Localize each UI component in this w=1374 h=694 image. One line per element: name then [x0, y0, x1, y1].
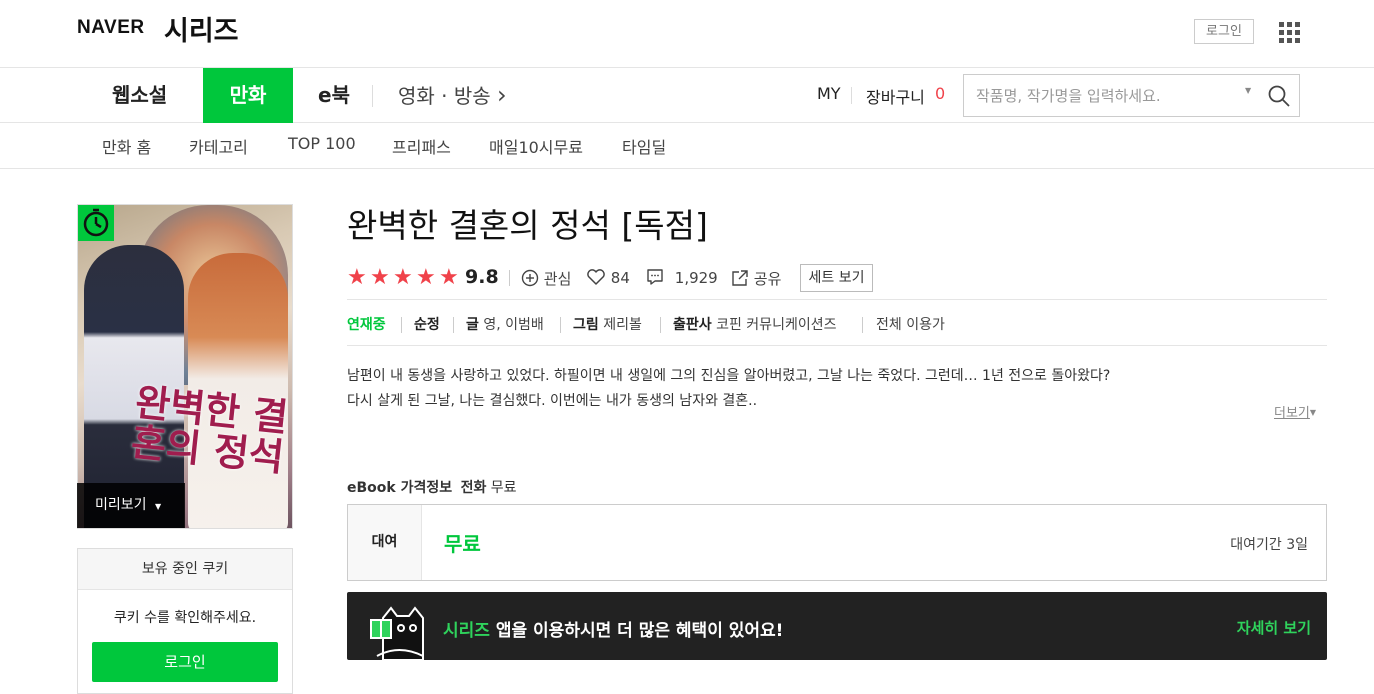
comment-button[interactable]: 1,929 — [646, 268, 718, 287]
subnav-top100[interactable]: TOP 100 — [288, 134, 356, 153]
more-link[interactable]: 더보기▼ — [1274, 402, 1316, 421]
artist-label: 그림 — [573, 317, 599, 333]
rent-label: 대여 — [348, 505, 422, 580]
price-header-label: eBook 가격정보 — [347, 480, 453, 496]
star-icon: ★ — [370, 265, 390, 290]
cover-title-art: 완벽한 결혼의 정석 — [129, 379, 291, 480]
cover-image[interactable]: 완벽한 결혼의 정석 — [77, 204, 293, 529]
banner-brand: 시리즈 — [443, 621, 490, 641]
like-button[interactable]: 84 — [586, 268, 630, 287]
series-logo[interactable]: 시리즈 — [164, 9, 239, 48]
info-separator — [453, 317, 454, 333]
clock-icon — [78, 205, 114, 241]
cart-link[interactable]: 장바구니 — [866, 84, 925, 108]
cookie-panel: 보유 중인 쿠키 쿠키 수를 확인해주세요. 로그인 — [77, 548, 293, 694]
star-icon: ★ — [393, 265, 413, 290]
preview-button[interactable]: 미리보기 ▼ — [77, 483, 185, 528]
search-box: ▼ — [963, 74, 1300, 117]
more-label: 더보기 — [1274, 406, 1310, 421]
comment-icon — [647, 269, 663, 285]
top-bar: NAVER 시리즈 로그인 — [0, 0, 1374, 68]
nav-movie[interactable]: 영화 · 방송 › — [398, 68, 507, 123]
info-separator — [660, 317, 661, 333]
subnav-category[interactable]: 카테고리 — [189, 134, 248, 158]
search-input[interactable] — [976, 75, 1236, 116]
divider — [347, 299, 1327, 300]
nav-comics[interactable]: 만화 — [203, 68, 293, 123]
artist-info: 그림 제리볼 — [573, 314, 642, 334]
artist-name[interactable]: 제리볼 — [603, 317, 642, 333]
interest-label: 관심 — [543, 270, 572, 288]
share-icon — [732, 270, 748, 286]
grid-icon[interactable] — [1279, 22, 1300, 43]
price-header-scope: 전화 — [460, 480, 487, 496]
star-rating: ★ ★ ★ ★ ★ — [347, 266, 462, 290]
nav-webnovel[interactable]: 웹소설 — [112, 68, 167, 123]
subnav-daily-free[interactable]: 매일10시무료 — [489, 134, 583, 158]
subnav-timedeal[interactable]: 타임딜 — [622, 134, 666, 158]
price-header-value: 무료 — [490, 480, 517, 496]
comment-count: 1,929 — [674, 269, 718, 287]
header-login-button[interactable]: 로그인 — [1194, 19, 1254, 44]
publisher-label: 출판사 — [673, 317, 712, 333]
interest-button[interactable]: 관심 — [521, 268, 571, 289]
rental-option[interactable]: 대여 무료 대여기간 3일 — [347, 504, 1327, 581]
caret-down-icon: ▼ — [1309, 408, 1317, 417]
description-line: 다시 살게 된 그날, 나는 결심했다. 이번에는 내가 동생의 남자와 결혼.… — [347, 393, 758, 409]
price-header: eBook 가격정보 전화 무료 — [347, 477, 517, 497]
description: 남편이 내 동생을 사랑하고 있었다. 하필이면 내 생일에 그의 진심을 알아… — [347, 364, 1110, 414]
app-promo-banner[interactable]: 시리즈 앱을 이용하시면 더 많은 혜택이 있어요! 자세히 보기 — [347, 592, 1327, 660]
my-separator — [851, 87, 852, 104]
chevron-right-icon: › — [497, 81, 507, 109]
rent-price: 무료 — [444, 532, 481, 556]
like-count: 84 — [610, 269, 630, 287]
subnav-comics-home[interactable]: 만화 홈 — [102, 134, 151, 158]
plus-circle-icon — [521, 269, 539, 287]
cookie-header: 보유 중인 쿠키 — [78, 549, 292, 590]
info-separator — [401, 317, 402, 333]
meta-separator — [509, 270, 510, 286]
rating-score: 9.8 — [465, 266, 499, 288]
search-icon[interactable] — [1267, 84, 1291, 108]
preview-label: 미리보기 — [95, 497, 147, 513]
cat-mascot-icon — [370, 606, 424, 660]
publisher-name[interactable]: 코핀 커뮤니케이션즈 — [716, 317, 836, 333]
sub-nav: 만화 홈 카테고리 TOP 100 프리패스 매일10시무료 타임딜 — [0, 123, 1374, 169]
description-line: 남편이 내 동생을 사랑하고 있었다. 하필이면 내 생일에 그의 진심을 알아… — [347, 368, 1111, 384]
cookie-message: 쿠키 수를 확인해주세요. — [113, 610, 257, 626]
publisher-info: 출판사 코핀 커뮤니케이션즈 — [673, 314, 836, 334]
banner-text: 시리즈 앱을 이용하시면 더 많은 혜택이 있어요! — [443, 616, 783, 641]
star-icon: ★ — [439, 265, 459, 290]
info-separator — [560, 317, 561, 333]
heart-icon — [587, 269, 605, 285]
main-nav: 웹소설 만화 e북 영화 · 방송 › MY 장바구니 0 ▼ — [0, 68, 1374, 123]
cookie-login-button[interactable]: 로그인 — [92, 642, 278, 682]
info-separator — [862, 317, 863, 333]
age-rating: 전체 이용가 — [876, 317, 945, 333]
banner-details-link[interactable]: 자세히 보기 — [1237, 617, 1311, 638]
divider — [347, 345, 1327, 346]
cart-count: 0 — [935, 84, 946, 103]
genre[interactable]: 순정 — [414, 314, 440, 334]
share-label: 공유 — [753, 270, 782, 288]
nav-ebook[interactable]: e북 — [318, 68, 350, 123]
nav-divider — [372, 85, 373, 107]
subnav-freepass[interactable]: 프리패스 — [392, 134, 451, 158]
rent-period: 대여기간 3일 — [1230, 537, 1308, 553]
writer-name[interactable]: 영, 이범배 — [483, 317, 543, 333]
set-view-button[interactable]: 세트 보기 — [800, 264, 873, 292]
my-link[interactable]: MY — [817, 84, 841, 103]
share-button[interactable]: 공유 — [731, 268, 781, 289]
search-dropdown-icon[interactable]: ▼ — [1245, 86, 1251, 95]
writer-label: 글 — [466, 317, 479, 333]
star-icon: ★ — [347, 265, 367, 290]
writer-info: 글 영, 이범배 — [466, 314, 544, 334]
serial-status: 연재중 — [347, 317, 386, 333]
naver-logo[interactable]: NAVER — [77, 17, 145, 39]
star-icon: ★ — [416, 265, 436, 290]
book-title: 완벽한 결혼의 정석 [독점] — [347, 206, 708, 245]
nav-movie-label: 영화 · 방송 — [398, 84, 491, 108]
banner-message: 앱을 이용하시면 더 많은 혜택이 있어요! — [489, 621, 784, 641]
caret-down-icon: ▼ — [154, 502, 162, 511]
